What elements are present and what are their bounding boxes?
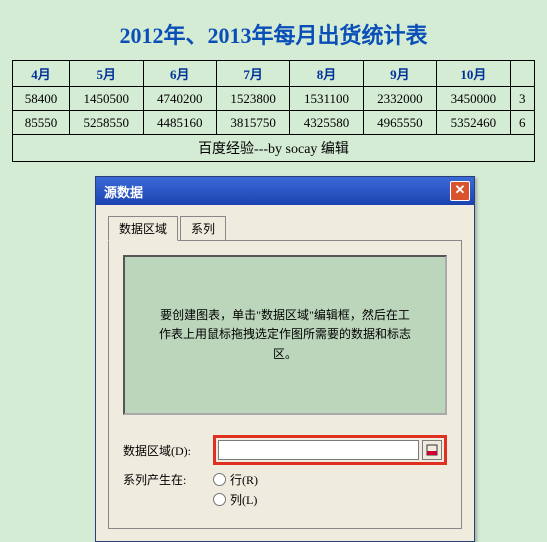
cell[interactable]: 85550 bbox=[13, 111, 70, 135]
col-header[interactable]: 6月 bbox=[143, 61, 216, 87]
tab-data-range[interactable]: 数据区域 bbox=[108, 216, 178, 241]
col-header[interactable] bbox=[510, 61, 534, 87]
cell[interactable]: 3 bbox=[510, 87, 534, 111]
data-range-input[interactable] bbox=[218, 440, 419, 460]
footer-cell[interactable]: 百度经验---by socay 编辑 bbox=[13, 135, 535, 162]
cell[interactable]: 5352460 bbox=[437, 111, 510, 135]
collapse-dialog-button[interactable] bbox=[422, 440, 442, 460]
footer-text: 百度经验---by socay 编辑 bbox=[198, 138, 349, 161]
radio-rows[interactable]: 行(R) bbox=[213, 471, 258, 488]
radio-cols-label: 列(L) bbox=[230, 491, 257, 508]
cell[interactable]: 2332000 bbox=[363, 87, 436, 111]
cell[interactable]: 58400 bbox=[13, 87, 70, 111]
data-range-row: 数据区域(D): bbox=[123, 435, 447, 465]
preview-instruction-text: 要创建图表，单击"数据区域"编辑框，然后在工作表上用鼠标拖拽选定作图所需要的数据… bbox=[155, 306, 415, 364]
tab-series[interactable]: 系列 bbox=[180, 216, 226, 241]
sheet-title: 2012年、2013年每月出货统计表 bbox=[12, 10, 535, 60]
cell[interactable]: 4740200 bbox=[143, 87, 216, 111]
col-header[interactable]: 4月 bbox=[13, 61, 70, 87]
tabs: 数据区域 系列 bbox=[108, 215, 462, 241]
data-range-label: 数据区域(D): bbox=[123, 442, 213, 459]
collapse-icon bbox=[426, 444, 438, 456]
table-footer-row: 百度经验---by socay 编辑 bbox=[13, 135, 535, 162]
close-icon: ✕ bbox=[455, 182, 466, 197]
cell[interactable]: 5258550 bbox=[70, 111, 143, 135]
series-in-row: 系列产生在: 行(R) 列(L) bbox=[123, 471, 447, 508]
tab-panel: 要创建图表，单击"数据区域"编辑框，然后在工作表上用鼠标拖拽选定作图所需要的数据… bbox=[108, 241, 462, 529]
chart-preview-area: 要创建图表，单击"数据区域"编辑框，然后在工作表上用鼠标拖拽选定作图所需要的数据… bbox=[123, 255, 447, 415]
dialog-body: 数据区域 系列 要创建图表，单击"数据区域"编辑框，然后在工作表上用鼠标拖拽选定… bbox=[96, 205, 474, 541]
radio-rows-input[interactable] bbox=[213, 473, 226, 486]
form-area: 数据区域(D): 系列产生在: bbox=[123, 435, 447, 508]
col-header[interactable]: 10月 bbox=[437, 61, 510, 87]
cell[interactable]: 1450500 bbox=[70, 87, 143, 111]
cell[interactable]: 3815750 bbox=[216, 111, 289, 135]
col-header[interactable]: 9月 bbox=[363, 61, 436, 87]
col-header[interactable]: 7月 bbox=[216, 61, 289, 87]
spreadsheet-area: 2012年、2013年每月出货统计表 4月 5月 6月 7月 8月 9月 10月… bbox=[0, 0, 547, 172]
radio-rows-label: 行(R) bbox=[230, 471, 258, 488]
table-header-row: 4月 5月 6月 7月 8月 9月 10月 bbox=[13, 61, 535, 87]
table-row: 85550 5258550 4485160 3815750 4325580 49… bbox=[13, 111, 535, 135]
source-data-dialog: 源数据 ✕ 数据区域 系列 要创建图表，单击"数据区域"编辑框，然后在工作表上用… bbox=[95, 176, 475, 542]
cell[interactable]: 1523800 bbox=[216, 87, 289, 111]
radio-cols-input[interactable] bbox=[213, 493, 226, 506]
cell[interactable]: 4965550 bbox=[363, 111, 436, 135]
col-header[interactable]: 8月 bbox=[290, 61, 363, 87]
cell[interactable]: 4485160 bbox=[143, 111, 216, 135]
cell[interactable]: 1531100 bbox=[290, 87, 363, 111]
cell[interactable]: 3450000 bbox=[437, 87, 510, 111]
series-in-radios: 行(R) 列(L) bbox=[213, 471, 258, 508]
data-range-input-highlight bbox=[213, 435, 447, 465]
dialog-title: 源数据 bbox=[104, 182, 143, 201]
col-header[interactable]: 5月 bbox=[70, 61, 143, 87]
close-button[interactable]: ✕ bbox=[450, 181, 470, 201]
cell[interactable]: 6 bbox=[510, 111, 534, 135]
dialog-titlebar[interactable]: 源数据 ✕ bbox=[96, 177, 474, 205]
radio-cols[interactable]: 列(L) bbox=[213, 491, 258, 508]
series-in-label: 系列产生在: bbox=[123, 471, 213, 488]
table-row: 58400 1450500 4740200 1523800 1531100 23… bbox=[13, 87, 535, 111]
data-table: 4月 5月 6月 7月 8月 9月 10月 58400 1450500 4740… bbox=[12, 60, 535, 162]
cell[interactable]: 4325580 bbox=[290, 111, 363, 135]
